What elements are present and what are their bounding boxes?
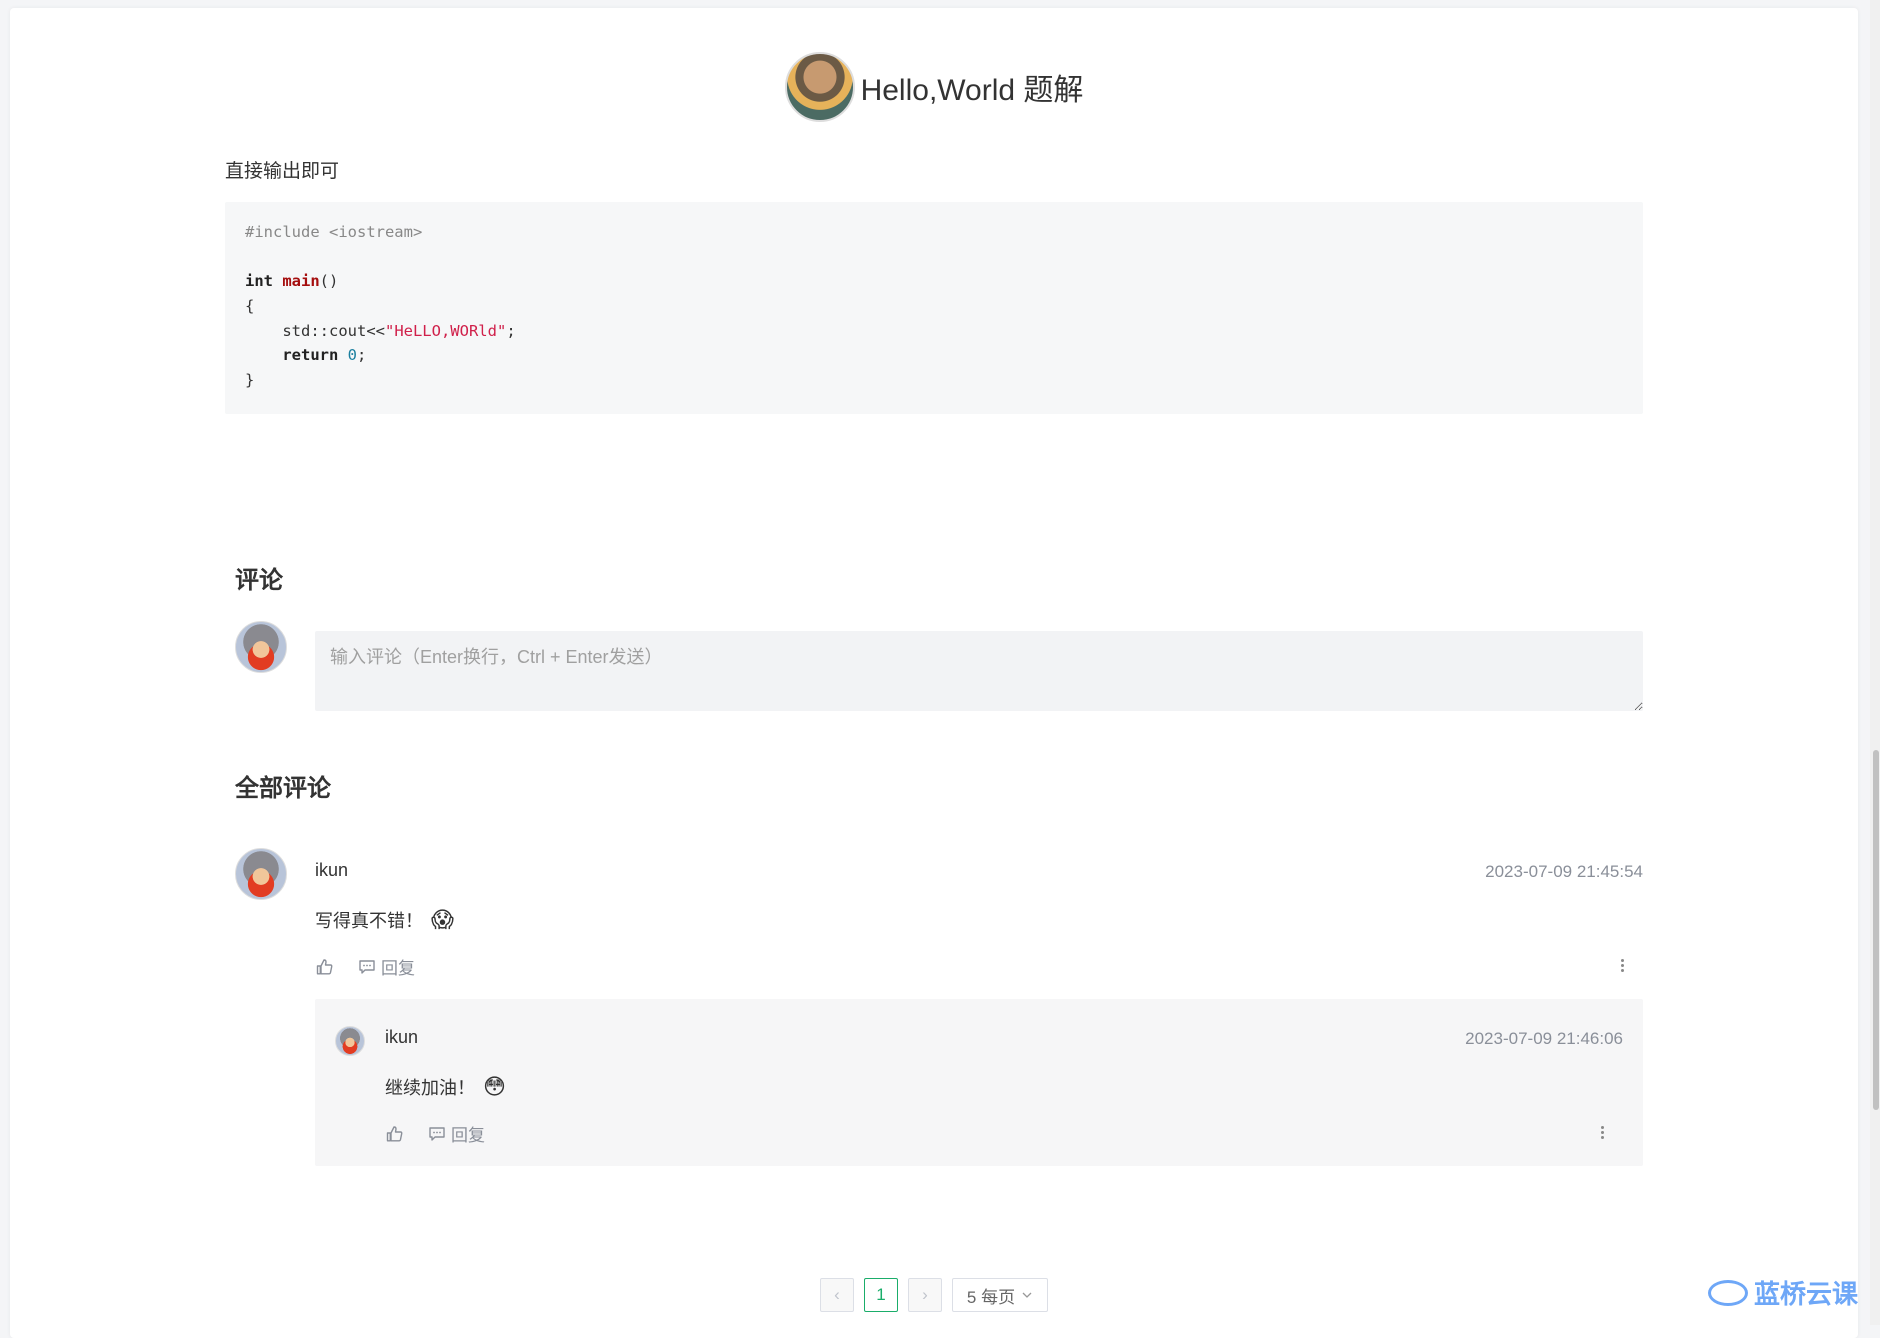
reply-actions: 回复 xyxy=(385,1121,485,1146)
page-card: Hello,World 题解 直接输出即可 #include <iostream… xyxy=(10,8,1858,1338)
emoji-icon: 😱 xyxy=(431,907,454,932)
all-comments-heading: 全部评论 xyxy=(235,775,331,802)
more-options-icon[interactable] xyxy=(1601,1125,1605,1143)
scrollbar[interactable] xyxy=(1870,0,1880,1325)
thumbs-up-icon xyxy=(316,958,333,974)
reply-thread xyxy=(315,999,1643,1166)
next-page-button[interactable]: › xyxy=(908,1278,942,1312)
reply-timestamp: 2023-07-09 21:46:06 xyxy=(1465,1029,1623,1048)
comment-bubble-icon xyxy=(429,1126,445,1141)
comment-input[interactable] xyxy=(315,631,1643,711)
code-line: { xyxy=(245,297,255,316)
prev-page-button[interactable]: ‹ xyxy=(820,1278,854,1312)
page-size-select[interactable]: 5 每页 xyxy=(952,1278,1048,1312)
scrollbar-thumb[interactable] xyxy=(1873,750,1879,1110)
code-line: return 0; xyxy=(245,346,367,365)
more-options-icon[interactable] xyxy=(1621,958,1625,976)
comment-timestamp: 2023-07-09 21:45:54 xyxy=(1485,862,1643,881)
comment-body: 写得真不错！ xyxy=(315,911,423,931)
code-block: #include <iostream> int main() { std::co… xyxy=(225,202,1643,414)
like-button[interactable] xyxy=(385,1124,405,1144)
article-title: Hello,World 题解 xyxy=(860,74,1084,107)
comment-text: 写得真不错！ 😱 xyxy=(315,907,454,933)
page-button-1[interactable]: 1 xyxy=(864,1278,898,1312)
comment-bubble-icon xyxy=(359,959,375,974)
comment-username[interactable]: ikun xyxy=(315,860,348,881)
reply-body: 继续加油！ xyxy=(385,1078,475,1098)
thumbs-up-icon xyxy=(386,1125,403,1141)
like-button[interactable] xyxy=(315,957,335,977)
emoji-icon: 😳 xyxy=(483,1074,506,1099)
code-line: int main() xyxy=(245,272,339,291)
code-line: } xyxy=(245,371,255,390)
reply-label: 回复 xyxy=(381,959,415,978)
code-line: std::cout<<"HeLLO,WORld"; xyxy=(245,321,516,340)
reply-text: 继续加油！ 😳 xyxy=(385,1074,506,1100)
article-header: Hello,World 题解 xyxy=(10,52,1858,122)
page-size-label: 5 每页 xyxy=(966,1287,1016,1307)
reply-label: 回复 xyxy=(451,1126,485,1145)
comment-actions: 回复 xyxy=(315,954,415,979)
chevron-down-icon xyxy=(1022,1292,1032,1298)
comments-heading: 评论 xyxy=(235,567,283,594)
author-avatar[interactable] xyxy=(784,52,855,122)
reply-button[interactable]: 回复 xyxy=(357,954,415,979)
reply-avatar[interactable] xyxy=(335,1026,365,1056)
comment-avatar[interactable] xyxy=(235,848,287,900)
current-user-avatar xyxy=(235,621,287,673)
logo-icon xyxy=(1707,1279,1748,1306)
reply-username[interactable]: ikun xyxy=(385,1027,418,1048)
pagination: ‹ 1 › 5 每页 xyxy=(10,1278,1858,1312)
code-line: #include <iostream> xyxy=(245,223,423,241)
brand-logo: 蓝桥云课 xyxy=(1707,1274,1858,1311)
logo-text: 蓝桥云课 xyxy=(1753,1279,1858,1309)
reply-button[interactable]: 回复 xyxy=(427,1121,485,1146)
article-intro: 直接输出即可 xyxy=(225,161,340,182)
